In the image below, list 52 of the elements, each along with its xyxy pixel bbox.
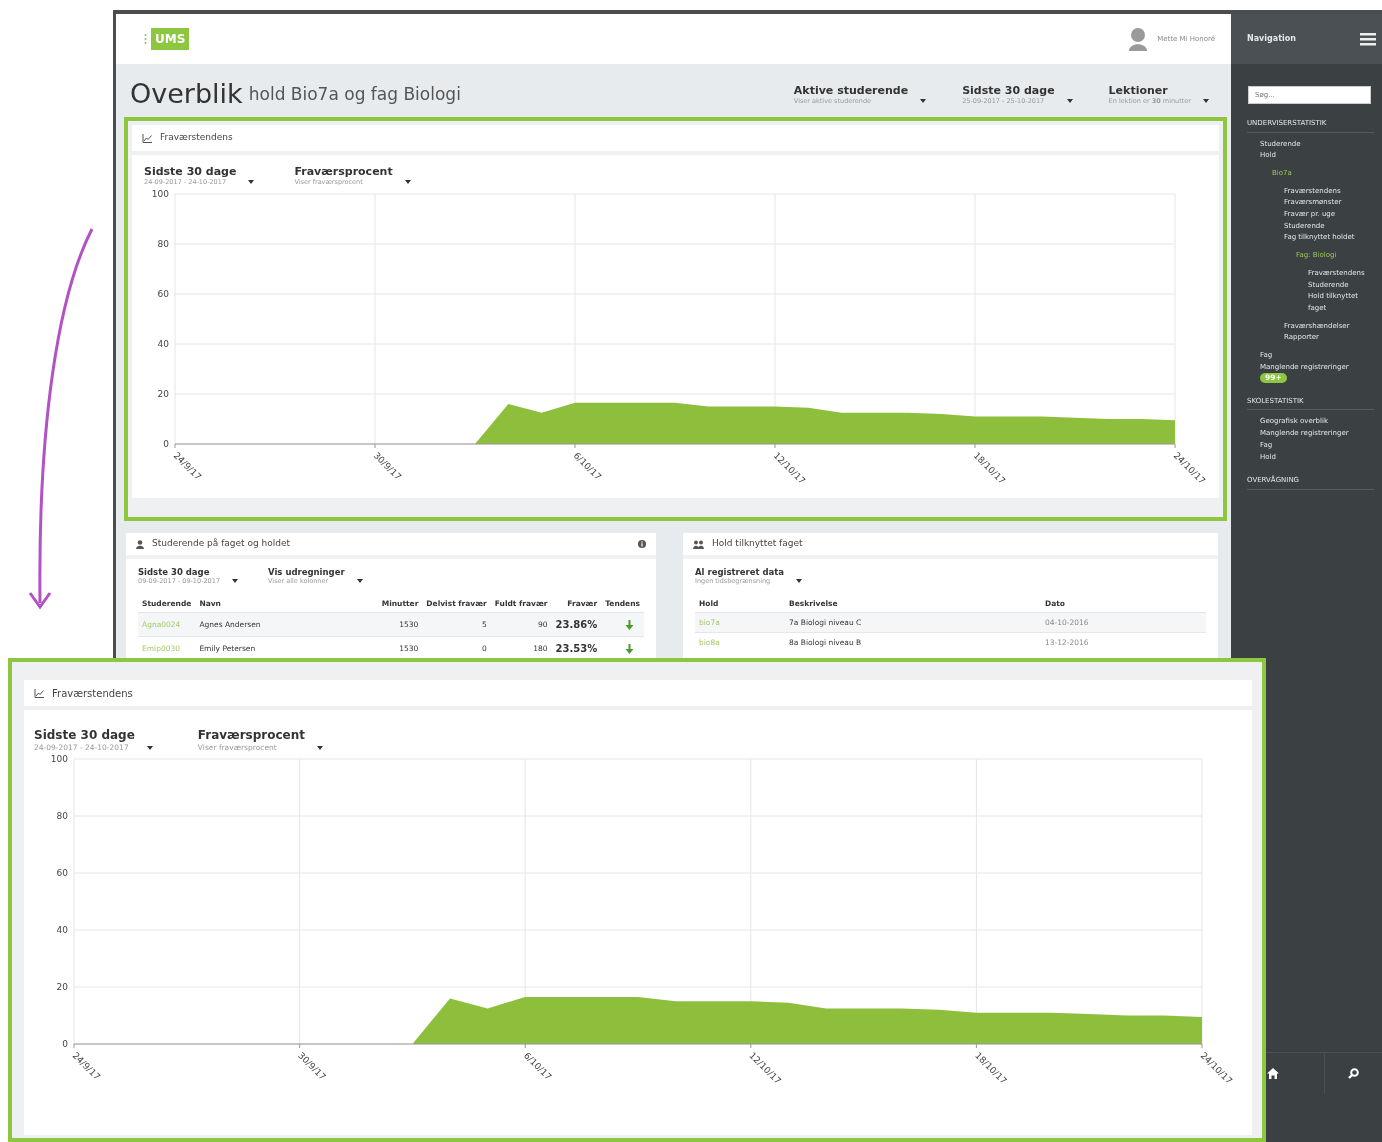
caret-icon[interactable] (1066, 99, 1073, 103)
axis-label: 40 (56, 924, 68, 935)
caret-icon[interactable] (248, 179, 255, 184)
axis-label: 0 (62, 1038, 68, 1049)
axis-label: 80 (157, 238, 169, 249)
filter-label[interactable]: Sidste 30 dage (962, 84, 1055, 98)
caret-icon[interactable] (146, 745, 153, 750)
down-arrow-icon (625, 620, 634, 630)
axis-label: 0 (163, 438, 169, 449)
line-chart-icon (142, 133, 152, 143)
caret-icon[interactable] (317, 745, 324, 750)
panel-title: Fraværstendens (160, 131, 233, 145)
filter-label[interactable]: Al registreret data (695, 567, 785, 578)
caret-icon[interactable] (232, 578, 239, 583)
axis-label: 100 (50, 753, 68, 764)
filter-label[interactable]: Aktive studerende (793, 84, 909, 98)
panel-title: Fraværstendens (52, 686, 133, 701)
table-cell: 23.86% (551, 612, 602, 637)
line-chart-icon (34, 688, 44, 698)
filter-label[interactable]: Sidste 30 dage (138, 567, 221, 578)
panel-title: Hold tilknyttet faget (712, 537, 803, 551)
caret-icon[interactable] (404, 179, 411, 184)
person-icon (136, 539, 144, 549)
down-arrow-icon (625, 644, 634, 654)
axis-label: 40 (157, 338, 169, 349)
axis-label: 20 (56, 981, 68, 992)
axis-label: 60 (157, 288, 169, 299)
caret-icon[interactable] (920, 99, 927, 103)
nav-title: Navigation (1247, 33, 1296, 45)
filter-label[interactable]: Lektioner (1108, 84, 1191, 98)
caret-icon[interactable] (1203, 99, 1209, 103)
dots-icon (144, 33, 147, 45)
page-title: Overblik (130, 80, 243, 107)
search-icon[interactable] (1348, 1068, 1359, 1079)
axis-label: 100 (151, 188, 169, 199)
filter-label[interactable]: Vis udregninger (268, 567, 345, 578)
filter-label[interactable]: Fraværsprocent (294, 165, 393, 179)
axis-label: 80 (56, 810, 68, 821)
axis-label: 20 (157, 388, 169, 399)
axis-label: 60 (56, 867, 68, 878)
caret-icon[interactable] (796, 578, 803, 583)
filter-label[interactable]: Sidste 30 dage (144, 165, 237, 179)
filter-label[interactable]: Sidste 30 dage (34, 728, 135, 743)
info-icon (638, 540, 646, 548)
filter-label[interactable]: Fraværsprocent (197, 728, 306, 743)
panel-title: Studerende på faget og holdet (152, 537, 291, 551)
page-subtitle: hold Bio7a og fag Biologi (248, 82, 461, 106)
home-icon[interactable] (1267, 1068, 1279, 1079)
avatar-icon (1127, 27, 1150, 51)
caret-icon[interactable] (356, 578, 363, 583)
menu-icon[interactable] (1360, 32, 1376, 46)
people-icon (693, 539, 704, 549)
